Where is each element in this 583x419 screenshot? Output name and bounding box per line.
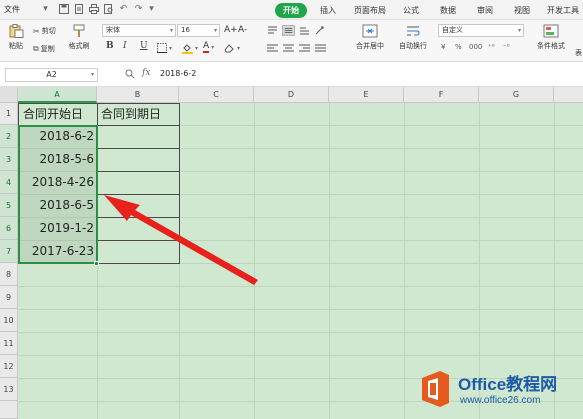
chevron-down-icon: ▾ xyxy=(211,44,215,51)
align-left-icon[interactable] xyxy=(266,43,279,54)
paste-icon xyxy=(9,24,24,38)
arrow-shape xyxy=(104,195,258,285)
merge-cells-icon xyxy=(362,24,378,38)
name-box[interactable]: A2 ▾ xyxy=(5,68,98,82)
font-size-value: 16 xyxy=(181,26,190,34)
brush-icon xyxy=(73,24,85,37)
watermark-title: Office教程网 xyxy=(458,375,558,394)
align-bottom-icon[interactable] xyxy=(298,25,311,36)
undo-icon[interactable]: ↶ xyxy=(118,4,129,15)
orientation-icon[interactable] xyxy=(314,25,327,36)
formula-input[interactable]: 2018-6-2 xyxy=(160,69,196,78)
chevron-down-icon: ▾ xyxy=(169,44,173,52)
border-button[interactable]: ▾ xyxy=(157,43,172,53)
underline-button[interactable]: U xyxy=(140,41,148,51)
chevron-down-icon: ▾ xyxy=(237,44,241,52)
clear-format-button[interactable]: ▾ xyxy=(224,43,240,53)
border-icon xyxy=(157,43,167,53)
tab-insert[interactable]: 插入 xyxy=(320,5,336,16)
font-color-button[interactable]: A ▾ xyxy=(203,42,214,53)
office-logo-icon xyxy=(422,371,449,407)
format-painter-button[interactable]: 格式刷 xyxy=(65,24,93,51)
ribbon: 粘贴 ✂ 剪切 ⧉ 复制 格式刷 宋体 ▾ 16 ▾ A+ A- B I U ▾… xyxy=(0,20,583,62)
chevron-down-icon[interactable]: ▾ xyxy=(146,4,157,15)
align-middle-icon[interactable] xyxy=(282,25,295,36)
number-format-select[interactable]: 自定义 ▾ xyxy=(438,24,524,37)
thousands-button[interactable]: 000 xyxy=(469,43,482,51)
redo-icon[interactable]: ↷ xyxy=(133,4,144,15)
fill-color-button[interactable]: ▾ xyxy=(182,43,198,54)
font-size-select[interactable]: 16 ▾ xyxy=(177,24,220,37)
chevron-down-icon: ▾ xyxy=(169,27,173,34)
number-format-value: 自定义 xyxy=(442,26,463,34)
align-center-icon[interactable] xyxy=(282,43,295,54)
copy-label: 复制 xyxy=(40,45,55,53)
tab-data[interactable]: 数据 xyxy=(440,5,456,16)
currency-button[interactable]: ¥ xyxy=(441,43,445,51)
scissors-icon: ✂ xyxy=(33,26,40,36)
percent-button[interactable]: % xyxy=(455,43,462,51)
formula-bar: A2 ▾ fx 2018-6-2 xyxy=(0,63,583,87)
increase-decimal-button[interactable]: ⁺⁰ xyxy=(488,43,495,51)
merge-center-button[interactable]: 合并居中 xyxy=(350,24,390,51)
chevron-down-icon[interactable]: ▾ xyxy=(40,4,51,15)
watermark: Office教程网 www.office26.com xyxy=(418,367,583,417)
bold-button[interactable]: B xyxy=(106,41,114,51)
print-icon[interactable] xyxy=(88,4,99,15)
eraser-icon xyxy=(224,44,234,53)
chevron-down-icon: ▾ xyxy=(195,45,199,52)
merge-center-label: 合并居中 xyxy=(356,42,384,50)
conditional-format-button[interactable]: 条件格式 xyxy=(533,24,569,51)
italic-button[interactable]: I xyxy=(123,41,127,51)
cut-button[interactable]: ✂ 剪切 xyxy=(33,26,56,36)
tab-developer[interactable]: 开发工具 xyxy=(547,5,579,16)
decrease-decimal-button[interactable]: ⁻⁰ xyxy=(503,43,510,51)
tab-view[interactable]: 视图 xyxy=(514,5,530,16)
copy-button[interactable]: ⧉ 复制 xyxy=(33,44,55,54)
font-name-value: 宋体 xyxy=(106,26,120,34)
conditional-format-label: 条件格式 xyxy=(537,42,565,50)
copy-icon: ⧉ xyxy=(33,44,39,53)
zoom-icon[interactable] xyxy=(125,69,135,82)
justify-icon[interactable] xyxy=(314,43,327,54)
wrap-text-icon xyxy=(407,26,420,36)
paint-bucket-icon xyxy=(182,44,193,54)
function-icon[interactable]: fx xyxy=(142,68,150,78)
paste-button[interactable]: 粘贴 xyxy=(5,24,27,51)
watermark-url: www.office26.com xyxy=(460,395,541,406)
save-icon[interactable] xyxy=(58,4,69,15)
cut-label: 剪切 xyxy=(41,27,56,35)
paste-label: 粘贴 xyxy=(9,42,23,50)
font-name-select[interactable]: 宋体 ▾ xyxy=(102,24,176,37)
chevron-down-icon: ▾ xyxy=(517,27,521,34)
font-color-icon: A xyxy=(203,41,210,53)
align-top-icon[interactable] xyxy=(266,25,279,36)
auto-wrap-label: 自动换行 xyxy=(399,42,427,50)
name-box-value: A2 xyxy=(46,70,57,79)
chevron-down-icon: ▾ xyxy=(90,71,94,78)
export-pdf-icon[interactable] xyxy=(73,4,84,15)
tab-formulas[interactable]: 公式 xyxy=(403,5,419,16)
font-shrink-button[interactable]: A- xyxy=(238,25,247,35)
align-right-icon[interactable] xyxy=(298,43,311,54)
tab-home[interactable]: 开始 xyxy=(275,3,307,18)
chevron-down-icon: ▾ xyxy=(213,27,217,34)
table-style-button[interactable]: 表 xyxy=(575,48,582,58)
tab-page-layout[interactable]: 页面布局 xyxy=(354,5,386,16)
menu-file[interactable]: 文件 xyxy=(4,4,20,15)
conditional-format-icon xyxy=(543,24,559,38)
menu-bar: 文件 ▾ ↶ ↷ ▾ 开始 插入 页面布局 公式 数据 审阅 视图 开发工具 xyxy=(0,0,583,20)
print-preview-icon[interactable] xyxy=(103,4,114,15)
tab-review[interactable]: 审阅 xyxy=(477,5,493,16)
font-grow-button[interactable]: A+ xyxy=(224,25,238,35)
auto-wrap-button[interactable]: 自动换行 xyxy=(394,24,432,51)
format-painter-label: 格式刷 xyxy=(68,42,90,50)
